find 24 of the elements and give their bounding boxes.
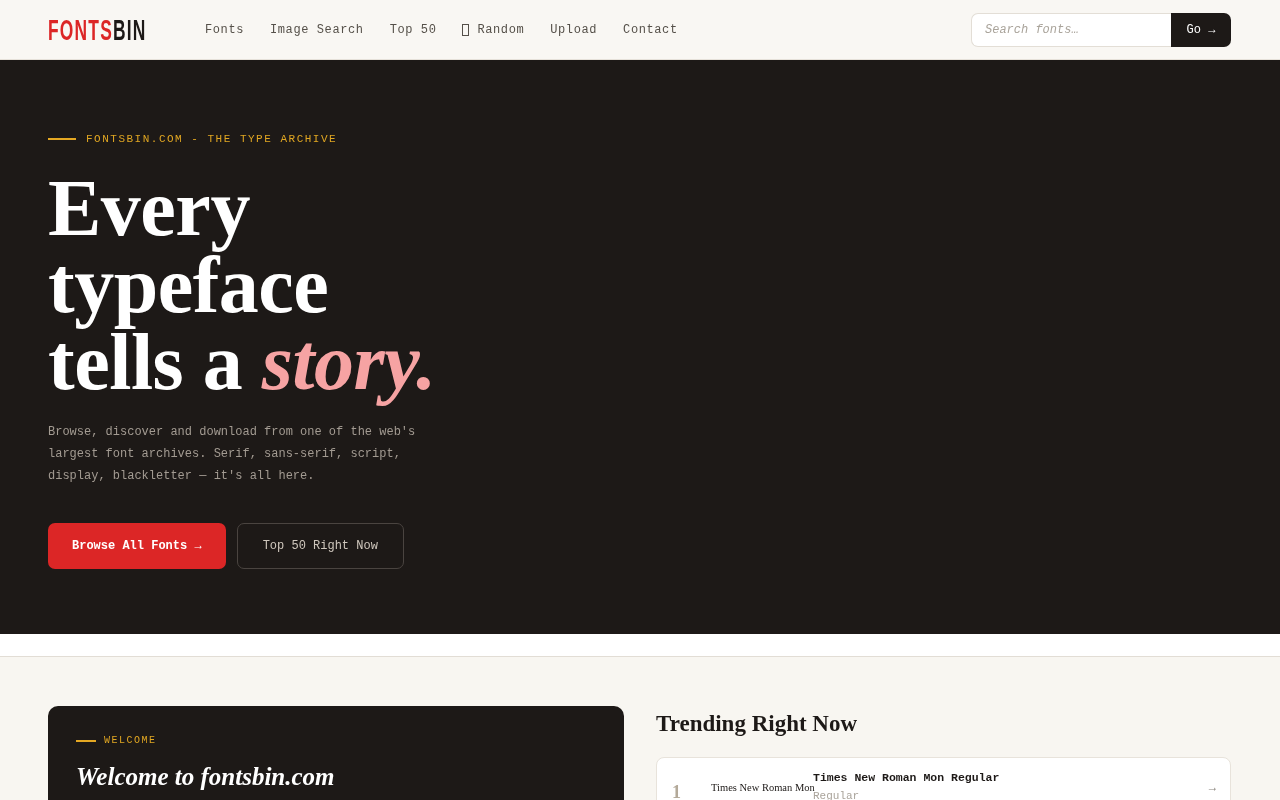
nav-link[interactable]: Image Search [270, 22, 364, 37]
logo[interactable]: FONTSBIN [48, 14, 147, 45]
font-preview: Times New Roman Mon [711, 781, 813, 793]
welcome-title: Welcome to fontsbin.com [76, 762, 335, 792]
font-name[interactable]: Times New Roman Mon Regular [813, 771, 1000, 785]
hero-eyebrow: FONTSBIN.COM - THE TYPE ARCHIVE [86, 132, 338, 146]
outline-button[interactable]: Top 50 Right Now [236, 523, 404, 569]
accent-rule [48, 138, 76, 140]
nav-link[interactable]: Contact [623, 22, 678, 37]
welcome-eyebrow: WELCOME [104, 734, 157, 748]
accent-rule [76, 740, 96, 742]
nav-link[interactable]: Fonts [205, 22, 244, 37]
nav-link[interactable]: Upload [550, 22, 598, 37]
search-button[interactable]: Go → [1171, 12, 1231, 47]
rank-number: 1 [672, 781, 682, 800]
nav-link[interactable]: Top 50 [389, 22, 437, 37]
arrow-icon[interactable]: → [1208, 781, 1216, 795]
search-field[interactable]: Search fonts… [971, 12, 1171, 47]
nav-link[interactable]: Random [462, 22, 525, 37]
hero-headline: Every typeface tells a story. [48, 163, 437, 408]
missing-glyph-icon [462, 23, 470, 36]
trending-title: Trending Right Now [656, 710, 858, 738]
hero-intro: Browse, discover and download from one of the web's largest font archives. Serif, sans-serif, script, display, blackletter — it's all here. [48, 424, 417, 485]
primary-button[interactable]: Browse All Fonts → [48, 523, 226, 569]
